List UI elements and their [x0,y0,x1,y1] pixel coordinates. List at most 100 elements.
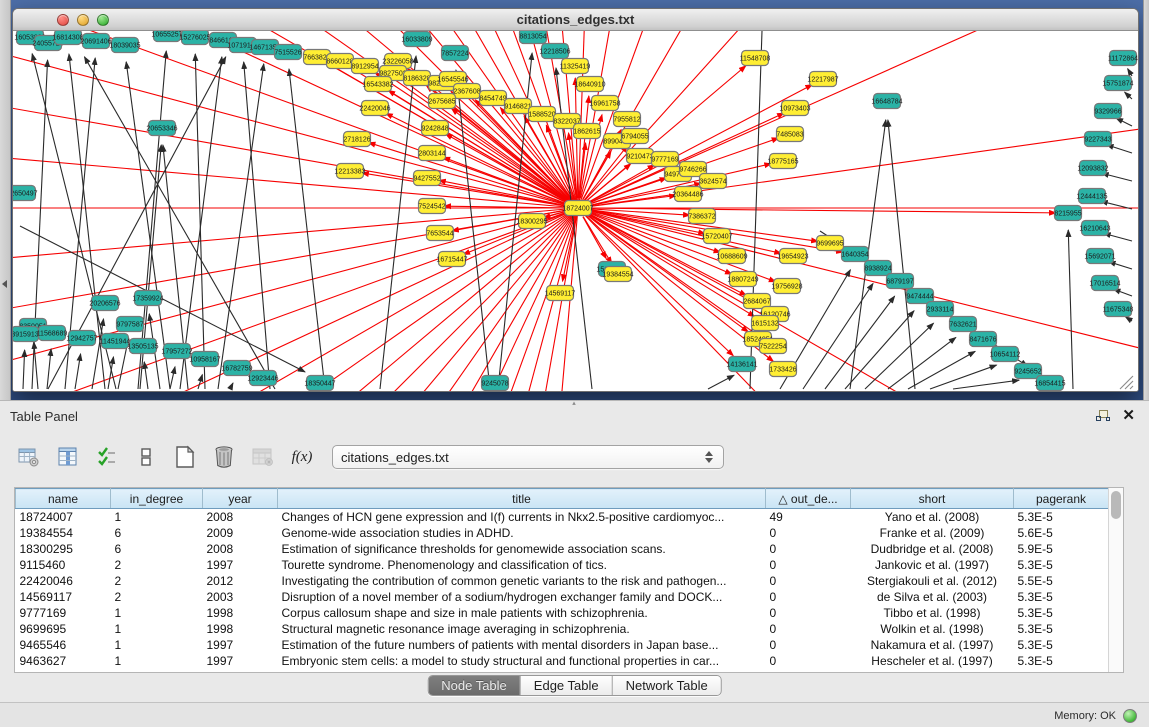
graph-node[interactable]: 7955812 [613,112,640,127]
graph-node[interactable]: 8912954 [351,59,378,74]
graph-node[interactable]: 3624574 [699,174,726,189]
graph-node[interactable]: 1588520 [528,107,555,122]
tab-edge-table[interactable]: Edge Table [520,676,612,695]
graph-node[interactable]: 7653544 [426,226,453,241]
graph-node[interactable]: 14136141 [726,357,757,372]
graph-node[interactable]: 7857224 [441,46,468,61]
graph-node[interactable]: 9227343 [1084,132,1111,147]
graph-node[interactable]: 8938924 [864,261,891,276]
column-header-out_de[interactable]: △ out_de... [766,489,851,509]
graph-node[interactable]: 6879197 [886,274,913,289]
graph-node[interactable]: 19756928 [771,279,802,294]
graph-node[interactable]: 9242848 [421,121,448,136]
graph-node[interactable]: 1733426 [769,362,796,377]
graph-node[interactable]: 12444135 [1076,189,1107,204]
table-selector-dropdown[interactable]: citations_edges.txt [332,445,724,469]
graph-node[interactable]: 20691406 [80,34,111,49]
close-window-button[interactable] [57,14,69,26]
column-header-short[interactable]: short [851,489,1014,509]
graph-node[interactable]: 11451944 [100,334,131,349]
table-row[interactable]: 946554611997Estimation of the future num… [16,637,1109,653]
graph-node[interactable]: 16648784 [871,94,902,109]
graph-node[interactable]: 12213383 [334,164,365,179]
graph-node[interactable]: 15692071 [1084,249,1115,264]
table-vertical-scrollbar[interactable] [1108,488,1123,672]
graph-node[interactable]: 22420046 [359,101,390,116]
collapsed-left-panel-strip[interactable] [0,0,11,400]
select-rows-button[interactable] [92,442,122,472]
table-row[interactable]: 1872400712008Changes of HCN gene express… [16,509,1109,525]
graph-node[interactable]: 15720407 [701,229,732,244]
network-canvas[interactable]: 1605388024055724168143082069140618039035… [13,31,1138,391]
graph-node[interactable]: 11548708 [740,51,771,66]
graph-node[interactable]: 9329966 [1094,104,1121,119]
graph-node[interactable]: 7524542 [418,199,445,214]
graph-node[interactable]: 7522254 [759,339,786,354]
graph-node[interactable]: 10654112 [990,347,1021,362]
graph-node[interactable]: 2718126 [343,132,370,147]
network-graph[interactable]: 1605388024055724168143082069140618039035… [13,31,1138,391]
column-header-pagerank[interactable]: pagerank [1014,489,1109,509]
table-row[interactable]: 1456911722003Disruption of a novel membe… [16,589,1109,605]
graph-node[interactable]: 11325419 [560,59,591,74]
graph-node[interactable]: 16210643 [1079,221,1110,236]
graph-node[interactable]: 2675685 [428,94,455,109]
network-frame-titlebar[interactable]: citations_edges.txt [13,9,1138,31]
graph-node[interactable]: 10958167 [189,352,220,367]
graph-node[interactable]: 10973403 [779,101,810,116]
column-header-in_degree[interactable]: in_degree [111,489,203,509]
graph-node[interactable]: 10688609 [716,249,747,264]
graph-node[interactable]: 19384554 [602,267,633,282]
new-table-button[interactable] [170,442,200,472]
graph-node[interactable]: 16814308 [52,31,83,45]
tab-node-table[interactable]: Node Table [428,676,520,695]
minimize-window-button[interactable] [77,14,89,26]
delete-table-button-disabled[interactable] [248,442,278,472]
graph-node[interactable]: 8454749 [479,91,506,106]
graph-node[interactable]: 18775165 [767,154,798,169]
table-row[interactable]: 911546021997Tourette syndrome. Phenomeno… [16,557,1109,573]
column-header-title[interactable]: title [278,489,766,509]
table-row[interactable]: 977716911998Corpus callosum shape and si… [16,605,1109,621]
graph-node[interactable]: 16033809 [401,32,432,47]
graph-node[interactable]: 9777169 [651,152,678,167]
graph-node[interactable]: 8660128 [326,54,353,69]
graph-node[interactable]: 11568689 [37,326,68,341]
graph-node[interactable]: 17957272 [161,344,192,359]
graph-node[interactable]: 20206576 [89,296,120,311]
graph-node[interactable]: 8471676 [969,332,996,347]
graph-node[interactable]: 20653346 [146,121,177,136]
collapsed-right-panel-strip[interactable] [1143,0,1149,400]
close-panel-icon[interactable]: ✕ [1122,409,1135,423]
function-builder-button[interactable]: f(x) [287,442,317,472]
table-settings-button[interactable] [14,442,44,472]
graph-node[interactable]: 7632621 [949,317,976,332]
graph-node[interactable]: 12217987 [807,72,838,87]
graph-node[interactable]: 16782759 [221,361,252,376]
graph-node[interactable]: 15276025 [179,31,210,45]
graph-node[interactable]: 18807249 [727,272,758,287]
graph-node[interactable]: 8186328 [403,71,430,86]
graph-node[interactable]: 12093832 [1077,161,1108,176]
column-header-year[interactable]: year [203,489,278,509]
graph-node[interactable]: 1640354 [841,247,868,262]
graph-node[interactable]: 18350447 [304,376,335,391]
graph-node[interactable]: 1615132 [751,316,778,331]
graph-node[interactable]: 13505135 [127,339,158,354]
graph-node[interactable]: 2933114 [927,302,954,317]
graph-node[interactable]: 9427552 [413,171,440,186]
graph-node[interactable]: 11675348 [1103,302,1134,317]
memory-status-led[interactable] [1123,709,1137,723]
graph-node[interactable]: 15751874 [1102,76,1133,91]
graph-node[interactable]: 9699695 [816,236,843,251]
graph-node[interactable]: 9245078 [481,376,508,391]
show-columns-button[interactable] [53,442,83,472]
zoom-window-button[interactable] [97,14,109,26]
graph-node[interactable]: 1862615 [573,124,600,139]
graph-node[interactable]: 7386372 [688,209,715,224]
graph-node[interactable]: 7485083 [776,127,803,142]
graph-node[interactable]: 2367608 [453,84,480,99]
graph-node[interactable]: 8215955 [1054,206,1081,221]
row-stack-button[interactable] [131,442,161,472]
graph-node[interactable]: 11172864 [1108,51,1138,66]
